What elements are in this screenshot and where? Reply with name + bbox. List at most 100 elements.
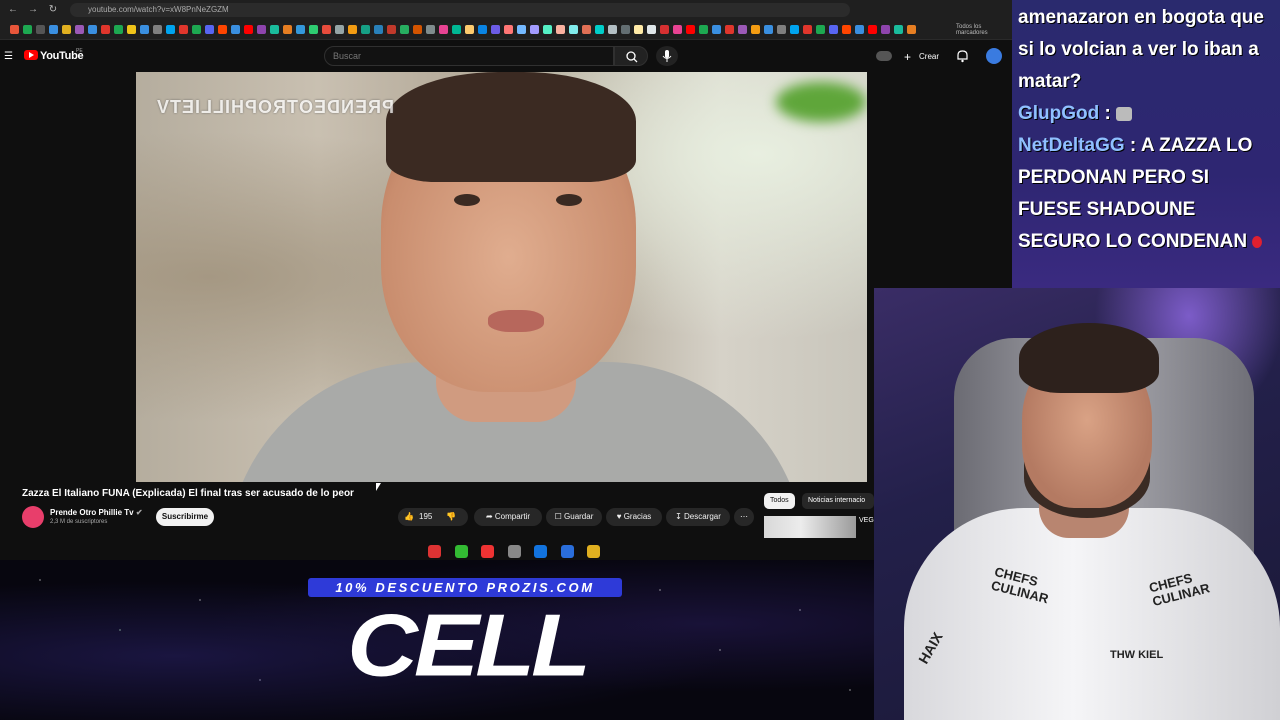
all-bookmarks-label[interactable]: Todos los marcadores	[956, 24, 1012, 36]
bookmark-favicon-icon[interactable]	[296, 25, 305, 34]
bookmark-favicon-icon[interactable]	[621, 25, 630, 34]
bookmark-favicon-icon[interactable]	[530, 25, 539, 34]
bookmark-favicon-icon[interactable]	[881, 25, 890, 34]
create-plus-icon[interactable]: +	[904, 50, 911, 64]
bookmark-favicon-icon[interactable]	[569, 25, 578, 34]
bookmark-favicon-icon[interactable]	[803, 25, 812, 34]
bookmark-favicon-icon[interactable]	[491, 25, 500, 34]
thanks-button[interactable]: ♥ Gracias	[606, 508, 662, 526]
bookmark-favicon-icon[interactable]	[517, 25, 526, 34]
dock-app-icon[interactable]	[481, 545, 494, 558]
bookmark-favicon-icon[interactable]	[894, 25, 903, 34]
bookmark-favicon-icon[interactable]	[582, 25, 591, 34]
bookmark-favicon-icon[interactable]	[36, 25, 45, 34]
dock-app-icon[interactable]	[454, 545, 468, 558]
dock-app-icon[interactable]	[534, 545, 547, 558]
dock-app-icon[interactable]	[428, 545, 441, 558]
dock-app-icon[interactable]	[507, 545, 521, 558]
bookmark-favicon-icon[interactable]	[686, 25, 695, 34]
save-button[interactable]: ☐ Guardar	[546, 508, 602, 526]
bookmark-favicon-icon[interactable]	[348, 25, 357, 34]
bookmark-favicon-icon[interactable]	[478, 25, 487, 34]
bookmark-favicon-icon[interactable]	[75, 25, 84, 34]
bookmark-favicon-icon[interactable]	[283, 25, 292, 34]
bookmark-favicon-icon[interactable]	[634, 25, 643, 34]
bookmark-favicon-icon[interactable]	[504, 25, 513, 34]
chip-all[interactable]: Todos	[764, 493, 795, 509]
bookmark-favicon-icon[interactable]	[595, 25, 604, 34]
bookmark-favicon-icon[interactable]	[62, 25, 71, 34]
like-button[interactable]: 👍	[404, 508, 414, 526]
bookmark-favicon-icon[interactable]	[192, 25, 201, 34]
bookmark-favicon-icon[interactable]	[816, 25, 825, 34]
bookmark-favicon-icon[interactable]	[608, 25, 617, 34]
bookmark-favicon-icon[interactable]	[647, 25, 656, 34]
bookmark-favicon-icon[interactable]	[751, 25, 760, 34]
dislike-button[interactable]: 👎	[446, 508, 456, 526]
bookmark-favicon-icon[interactable]	[270, 25, 279, 34]
bookmark-favicon-icon[interactable]	[387, 25, 396, 34]
bookmark-favicon-icon[interactable]	[413, 25, 422, 34]
menu-icon[interactable]: ☰	[4, 51, 13, 62]
cast-toggle-icon[interactable]	[876, 51, 892, 61]
bookmark-favicon-icon[interactable]	[166, 25, 175, 34]
bookmark-favicon-icon[interactable]	[829, 25, 838, 34]
address-bar[interactable]: youtube.com/watch?v=xW8PnNeZGZM	[70, 3, 850, 17]
channel-name[interactable]: Prende Otro Phillie Tv ✔	[50, 508, 143, 517]
bookmark-favicon-icon[interactable]	[374, 25, 383, 34]
channel-avatar[interactable]	[22, 506, 44, 528]
back-icon[interactable]: ←	[6, 3, 20, 17]
bookmark-favicon-icon[interactable]	[777, 25, 786, 34]
bookmark-favicon-icon[interactable]	[231, 25, 240, 34]
bookmark-favicon-icon[interactable]	[673, 25, 682, 34]
bookmark-favicon-icon[interactable]	[543, 25, 552, 34]
bookmark-favicon-icon[interactable]	[452, 25, 461, 34]
bookmark-favicon-icon[interactable]	[88, 25, 97, 34]
bookmark-favicon-icon[interactable]	[790, 25, 799, 34]
bookmark-favicon-icon[interactable]	[725, 25, 734, 34]
forward-icon[interactable]: →	[26, 3, 40, 17]
share-button[interactable]: ➦ Compartir	[474, 508, 542, 526]
bookmark-favicon-icon[interactable]	[465, 25, 474, 34]
bookmark-favicon-icon[interactable]	[127, 25, 136, 34]
bookmark-favicon-icon[interactable]	[101, 25, 110, 34]
bookmark-favicon-icon[interactable]	[244, 25, 253, 34]
voice-search-button[interactable]	[656, 46, 678, 66]
bookmark-favicon-icon[interactable]	[556, 25, 565, 34]
bookmark-favicon-icon[interactable]	[907, 25, 916, 34]
bookmark-favicon-icon[interactable]	[309, 25, 318, 34]
chip-international-news[interactable]: Noticias internacio	[802, 493, 874, 509]
download-button[interactable]: ↧ Descargar	[666, 508, 730, 526]
reload-icon[interactable]: ↻	[46, 3, 60, 17]
dock-app-icon[interactable]	[560, 545, 574, 558]
account-avatar[interactable]	[986, 48, 1002, 64]
bookmark-favicon-icon[interactable]	[738, 25, 747, 34]
bookmark-favicon-icon[interactable]	[439, 25, 448, 34]
bookmark-favicon-icon[interactable]	[205, 25, 214, 34]
bookmark-favicon-icon[interactable]	[764, 25, 773, 34]
dock-app-icon[interactable]	[587, 545, 600, 558]
notifications-bell-icon[interactable]	[956, 49, 969, 63]
create-button[interactable]: Crear	[919, 52, 939, 61]
bookmark-favicon-icon[interactable]	[218, 25, 227, 34]
bookmark-favicon-icon[interactable]	[257, 25, 266, 34]
search-button[interactable]	[614, 46, 648, 66]
bookmark-favicon-icon[interactable]	[49, 25, 58, 34]
video-player[interactable]: PRENDEOTROPHILLIETV	[136, 72, 867, 482]
bookmark-favicon-icon[interactable]	[322, 25, 331, 34]
bookmark-favicon-icon[interactable]	[660, 25, 669, 34]
bookmark-favicon-icon[interactable]	[114, 25, 123, 34]
search-input[interactable]: Buscar	[324, 46, 614, 66]
bookmark-favicon-icon[interactable]	[10, 25, 19, 34]
bookmark-favicon-icon[interactable]	[842, 25, 851, 34]
bookmark-favicon-icon[interactable]	[400, 25, 409, 34]
youtube-logo-icon[interactable]	[24, 50, 38, 60]
subscribe-button[interactable]: Suscribirme	[156, 508, 214, 526]
bookmark-favicon-icon[interactable]	[712, 25, 721, 34]
more-actions-button[interactable]: ⋯	[734, 508, 754, 526]
related-video-thumbnail[interactable]	[764, 516, 856, 538]
bookmark-favicon-icon[interactable]	[855, 25, 864, 34]
bookmark-favicon-icon[interactable]	[140, 25, 149, 34]
bookmark-favicon-icon[interactable]	[361, 25, 370, 34]
bookmark-favicon-icon[interactable]	[699, 25, 708, 34]
